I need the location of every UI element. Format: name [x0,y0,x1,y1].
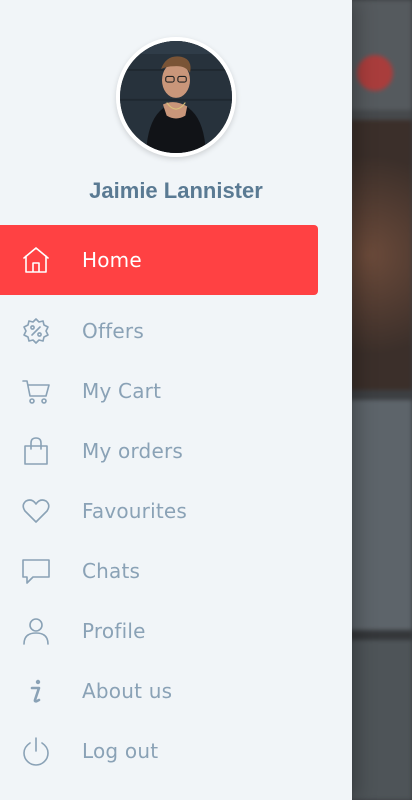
menu-item-my-cart[interactable]: My Cart [0,361,318,421]
heart-icon [20,495,52,527]
background-card [350,120,412,390]
menu-item-chats[interactable]: Chats [0,541,318,601]
shopping-bag-icon [20,435,52,467]
user-icon [20,615,52,647]
power-icon [20,735,52,767]
menu-item-label: Offers [82,319,144,343]
background-badge [357,55,393,91]
menu-item-label: Profile [82,619,146,643]
background-card [350,640,412,800]
menu-item-label: Log out [82,739,159,763]
menu-item-profile[interactable]: Profile [0,601,318,661]
menu-item-label: Favourites [82,499,188,523]
menu-item-about-us[interactable]: About us [0,661,318,721]
menu-item-offers[interactable]: Offers [0,301,318,361]
menu-item-my-orders[interactable]: My orders [0,421,318,481]
cart-icon [20,375,52,407]
menu-item-favourites[interactable]: Favourites [0,481,318,541]
avatar-photo [120,41,232,153]
menu-item-label: Home [82,248,142,272]
menu-item-label: Chats [82,559,141,583]
menu-item-label: About us [82,679,173,703]
navigation-drawer: Jaimie Lannister Home Offers My Cart My … [0,0,352,800]
info-icon [20,675,52,707]
menu-item-label: My Cart [82,379,162,403]
avatar[interactable] [116,37,236,157]
chat-bubble-icon [20,555,52,587]
user-name: Jaimie Lannister [89,178,263,203]
menu-item-label: My orders [82,439,183,463]
menu-item-log-out[interactable]: Log out [0,721,318,781]
menu-item-home[interactable]: Home [0,225,318,295]
drawer-menu: Home Offers My Cart My orders Favourites… [0,225,352,781]
background-header [350,0,412,110]
home-icon [20,244,52,276]
offer-badge-icon [20,315,52,347]
background-card [350,400,412,630]
